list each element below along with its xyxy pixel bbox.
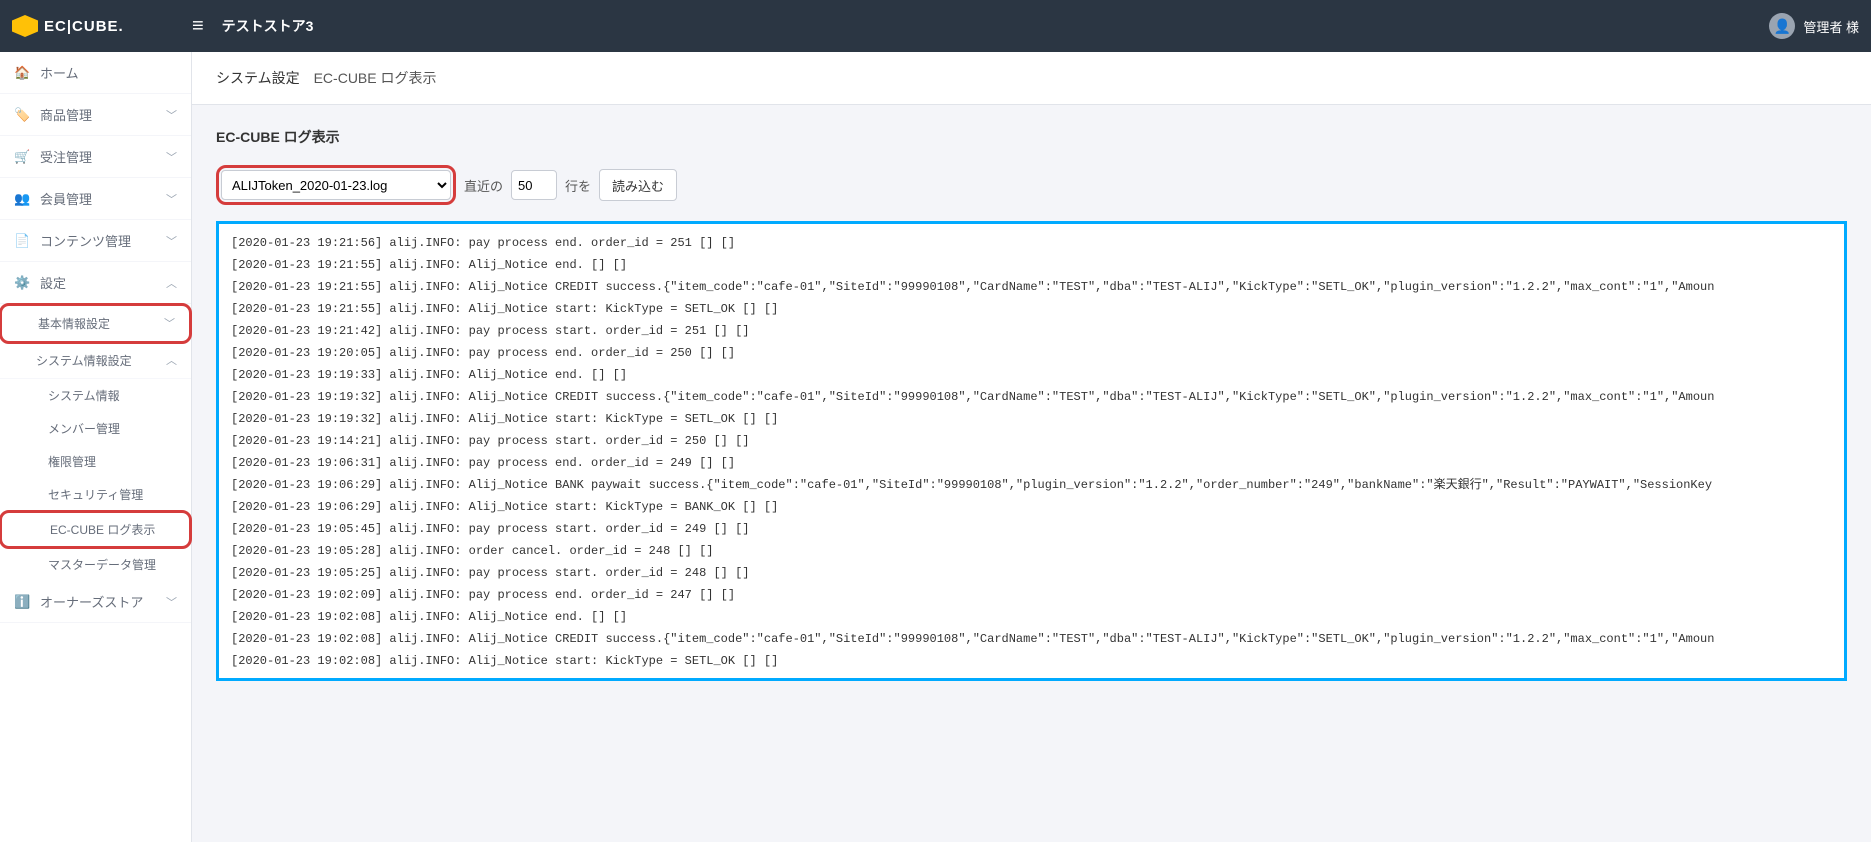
breadcrumb-b: EC-CUBE ログ表示 — [314, 68, 437, 88]
main: システム設定 EC-CUBE ログ表示 EC-CUBE ログ表示 ALIJTok… — [192, 52, 1871, 842]
sidebar-item-label: システム情報設定 — [36, 354, 132, 368]
log-controls: ALIJToken_2020-01-23.log 直近の 行を 読み込む — [192, 155, 1871, 221]
line-count-input[interactable] — [511, 170, 557, 200]
sidebar-item-contents[interactable]: 📄 コンテンツ管理 ﹀ — [0, 220, 191, 262]
breadcrumb-a: システム設定 — [216, 68, 300, 88]
panel-title: EC-CUBE ログ表示 — [192, 105, 1871, 155]
logo-text: EC|CUBE. — [44, 18, 124, 35]
chevron-down-icon: ﹀ — [164, 315, 175, 331]
logo-icon — [12, 15, 38, 37]
sidebar: 🏠 ホーム 🏷️ 商品管理 ﹀ 🛒 受注管理 ﹀ 👥 会員管理 ﹀ 📄 コンテン… — [0, 52, 192, 842]
sidebar-item-label: 商品管理 — [40, 105, 92, 124]
app-header: EC|CUBE. ≡ テストストア3 👤 管理者 様 — [0, 0, 1871, 52]
user-menu[interactable]: 👤 管理者 様 — [1769, 13, 1859, 39]
hamburger-icon[interactable]: ≡ — [192, 15, 204, 38]
sidebar-item-label: 会員管理 — [40, 189, 92, 208]
sidebar-sub-masterdata[interactable]: マスターデータ管理 — [0, 548, 191, 581]
label-recent: 直近の — [464, 176, 503, 195]
gear-icon: ⚙️ — [14, 275, 30, 291]
chevron-down-icon: ﹀ — [166, 191, 177, 207]
log-body[interactable]: [2020-01-23 19:21:56] alij.INFO: pay pro… — [219, 232, 1844, 676]
store-name: テストストア3 — [222, 16, 314, 36]
chevron-down-icon: ﹀ — [166, 594, 177, 610]
log-file-select[interactable]: ALIJToken_2020-01-23.log — [221, 170, 451, 200]
cart-icon: 🛒 — [14, 149, 30, 165]
sidebar-sub-member-mgmt[interactable]: メンバー管理 — [0, 412, 191, 445]
sidebar-sub-systeminfo[interactable]: システム情報 — [0, 379, 191, 412]
sidebar-item-products[interactable]: 🏷️ 商品管理 ﹀ — [0, 94, 191, 136]
users-icon: 👥 — [14, 191, 30, 207]
sidebar-item-label: オーナーズストア — [40, 592, 143, 611]
load-button[interactable]: 読み込む — [599, 169, 677, 201]
sidebar-item-settings[interactable]: ⚙️ 設定 ︿ — [0, 262, 191, 304]
chevron-down-icon: ﹀ — [166, 233, 177, 249]
sidebar-item-label: 受注管理 — [40, 147, 92, 166]
layout: 🏠 ホーム 🏷️ 商品管理 ﹀ 🛒 受注管理 ﹀ 👥 会員管理 ﹀ 📄 コンテン… — [0, 52, 1871, 842]
chevron-down-icon: ﹀ — [166, 149, 177, 165]
info-icon: ℹ️ — [14, 594, 30, 610]
label-lines: 行を — [565, 176, 591, 195]
log-output: [2020-01-23 19:21:56] alij.INFO: pay pro… — [216, 221, 1847, 681]
logo[interactable]: EC|CUBE. — [12, 15, 192, 37]
chevron-down-icon: ﹀ — [166, 107, 177, 123]
chevron-up-icon: ︿ — [166, 352, 177, 368]
sidebar-sub-logview[interactable]: EC-CUBE ログ表示 — [0, 510, 192, 549]
sidebar-sub-system-settings[interactable]: システム情報設定 ︿ — [0, 343, 191, 379]
file-icon: 📄 — [14, 233, 30, 249]
chevron-up-icon: ︿ — [166, 275, 177, 291]
sidebar-sub-basic-settings[interactable]: 基本情報設定 ﹀ — [0, 303, 192, 344]
home-icon: 🏠 — [14, 65, 30, 81]
sidebar-sub-security-mgmt[interactable]: セキュリティ管理 — [0, 478, 191, 511]
sidebar-item-members[interactable]: 👥 会員管理 ﹀ — [0, 178, 191, 220]
sidebar-item-orders[interactable]: 🛒 受注管理 ﹀ — [0, 136, 191, 178]
sidebar-item-label: 設定 — [40, 273, 66, 292]
sidebar-item-label: ホーム — [40, 63, 79, 82]
sidebar-item-label: コンテンツ管理 — [40, 231, 131, 250]
user-name: 管理者 様 — [1803, 17, 1859, 36]
avatar-icon: 👤 — [1769, 13, 1795, 39]
sidebar-item-owners-store[interactable]: ℹ️ オーナーズストア ﹀ — [0, 581, 191, 623]
sidebar-item-label: 基本情報設定 — [38, 317, 110, 331]
sidebar-settings-group: 基本情報設定 ﹀ システム情報設定 ︿ システム情報 メンバー管理 権限管理 セ… — [0, 303, 191, 581]
breadcrumb: システム設定 EC-CUBE ログ表示 — [192, 52, 1871, 105]
sidebar-sub-permission-mgmt[interactable]: 権限管理 — [0, 445, 191, 478]
sidebar-item-home[interactable]: 🏠 ホーム — [0, 52, 191, 94]
tag-icon: 🏷️ — [14, 107, 30, 123]
file-select-highlight: ALIJToken_2020-01-23.log — [216, 165, 456, 205]
